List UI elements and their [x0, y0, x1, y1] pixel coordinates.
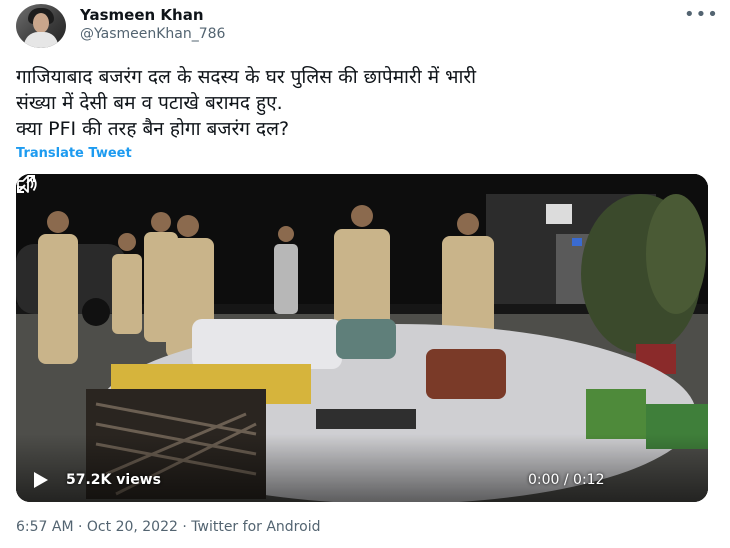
- tweet: Yasmeen Khan @YasmeenKhan_786 ••• गाजिया…: [0, 0, 730, 548]
- avatar[interactable]: [16, 4, 66, 48]
- video-player[interactable]: 57.2K views 0:00 / 0:12: [16, 174, 708, 502]
- tweet-footer: 6:57 AM · Oct 20, 2022 · Twitter for And…: [16, 519, 320, 535]
- avatar-body: [24, 32, 58, 48]
- tweet-time[interactable]: 6:57 AM: [16, 519, 74, 535]
- tweet-date[interactable]: Oct 20, 2022: [87, 519, 178, 535]
- footer-separator: ·: [78, 519, 83, 535]
- fullscreen-icon[interactable]: [16, 174, 36, 194]
- tweet-text-line: क्या PFI की तरह बैन होगा बजरंग दल?: [16, 118, 290, 140]
- more-options-icon[interactable]: •••: [684, 4, 719, 25]
- tweet-source[interactable]: Twitter for Android: [191, 519, 320, 535]
- video-frame: [16, 174, 708, 502]
- display-name[interactable]: Yasmeen Khan: [80, 6, 204, 24]
- user-handle[interactable]: @YasmeenKhan_786: [80, 26, 225, 42]
- tweet-text-line: गाजियाबाद बजरंग दल के सदस्य के घर पुलिस …: [16, 66, 477, 88]
- tweet-text: गाजियाबाद बजरंग दल के सदस्य के घर पुलिस …: [16, 64, 706, 142]
- avatar-face: [33, 13, 49, 33]
- tweet-text-line: संख्या में देसी बम व पटाखे बरामद हुए.: [16, 92, 283, 114]
- footer-separator: ·: [182, 519, 187, 535]
- translate-tweet-link[interactable]: Translate Tweet: [16, 146, 132, 161]
- play-icon[interactable]: [34, 472, 48, 488]
